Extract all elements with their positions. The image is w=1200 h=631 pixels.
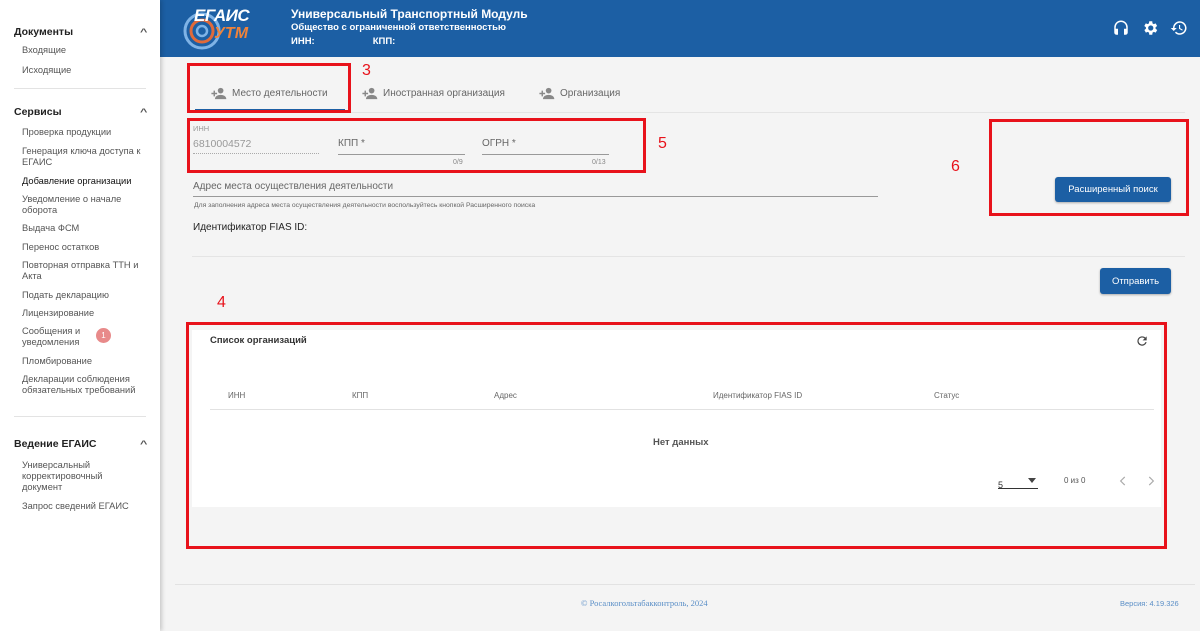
annotation-box-table	[186, 322, 1167, 549]
gear-icon[interactable]	[1141, 19, 1159, 37]
app-title: Универсальный Транспортный Модуль	[291, 7, 528, 21]
logo-text-top: ЕГАИС	[194, 6, 250, 25]
chevron-up-icon[interactable]: ^	[140, 27, 147, 37]
address-field-underline	[193, 196, 878, 197]
tab-foreign-organization[interactable]: Иностранная организация	[361, 87, 505, 100]
annotation-number-6: 6	[951, 158, 960, 175]
submit-button[interactable]: Отправить	[1100, 268, 1171, 294]
sidebar-item-egais-request[interactable]: Запрос сведений ЕГАИС	[14, 501, 129, 512]
chevron-up-icon[interactable]: ^	[140, 107, 147, 117]
sidebar-item-licensing[interactable]: Лицензирование	[14, 308, 94, 319]
form-divider	[192, 256, 1185, 257]
divider	[14, 88, 146, 89]
org-ids: ИНН: КПП:	[291, 36, 453, 47]
fias-id-label: Идентификатор FIAS ID:	[193, 222, 308, 233]
sidebar-item-resend-ttn[interactable]: Повторная отправка ТТН и Акта	[14, 260, 139, 282]
kpp-label: КПП:	[372, 36, 396, 47]
sidebar-item-fsm[interactable]: Выдача ФСМ	[14, 223, 79, 234]
chevron-up-icon[interactable]: ^	[140, 439, 147, 449]
sidebar-item-turnover-notice[interactable]: Уведомление о начале оборота	[14, 194, 134, 216]
headset-icon[interactable]	[1112, 19, 1130, 37]
sidebar-item-messages[interactable]: Сообщения и уведомления	[14, 326, 94, 348]
sidebar-item-ukd[interactable]: Универсальный корректировочный документ	[14, 460, 114, 493]
egais-logo[interactable]: ЕГАИС УТМ	[182, 6, 262, 50]
sidebar: Документы ^ Входящие Исходящие Сервисы ^…	[0, 0, 160, 631]
address-hint: Для заполнения адреса места осуществлени…	[194, 202, 536, 209]
logo-text-bottom: УТМ	[214, 25, 249, 42]
section-title: Документы	[14, 26, 74, 38]
sidebar-item-key-generation[interactable]: Генерация ключа доступа к ЕГАИС	[14, 146, 144, 168]
section-documents-header[interactable]: Документы ^	[14, 24, 147, 40]
add-person-icon	[362, 87, 378, 100]
section-title: Ведение ЕГАИС	[14, 438, 97, 450]
sidebar-item-product-check[interactable]: Проверка продукции	[14, 127, 144, 138]
section-title: Сервисы	[14, 106, 62, 118]
section-services-header[interactable]: Сервисы ^	[14, 104, 147, 120]
header-actions	[1112, 19, 1188, 37]
annotation-box-search	[989, 119, 1189, 216]
tab-label: Иностранная организация	[383, 88, 505, 99]
sidebar-item-declaration[interactable]: Подать декларацию	[14, 290, 109, 301]
section-egais-header[interactable]: Ведение ЕГАИС ^	[14, 436, 147, 452]
messages-count-badge: 1	[96, 328, 111, 343]
sidebar-item-incoming[interactable]: Входящие	[14, 45, 66, 56]
address-field[interactable]: Адрес места осуществления деятельности	[193, 181, 393, 192]
footer-divider	[175, 584, 1195, 585]
add-person-icon	[539, 87, 555, 100]
history-icon[interactable]	[1170, 19, 1188, 37]
app-header: ЕГАИС УТМ Универсальный Транспортный Мод…	[160, 0, 1200, 57]
version-text: Версия: 4.19.326	[1120, 599, 1179, 608]
tab-organization[interactable]: Организация	[538, 87, 620, 100]
sidebar-item-outgoing[interactable]: Исходящие	[14, 65, 71, 76]
copyright-text: © Росалкогольтабакконтроль, 2024	[581, 598, 708, 608]
org-name: Общество с ограниченной ответственностью	[291, 22, 507, 33]
sidebar-item-transfer-balances[interactable]: Перенос остатков	[14, 242, 99, 253]
sidebar-item-sealing[interactable]: Пломбирование	[14, 356, 92, 367]
tab-label: Организация	[560, 88, 621, 99]
annotation-box-tab	[187, 63, 351, 113]
annotation-box-fields	[187, 118, 646, 173]
inn-label: ИНН:	[291, 36, 315, 47]
annotation-number-5: 5	[658, 135, 667, 152]
annotation-number-4: 4	[217, 294, 226, 311]
sidebar-item-add-organization[interactable]: Добавление организации	[14, 176, 144, 187]
sidebar-item-compliance-declarations[interactable]: Декларации соблюдения обязательных требо…	[14, 374, 139, 396]
annotation-number-3: 3	[362, 62, 371, 79]
divider	[14, 416, 146, 417]
